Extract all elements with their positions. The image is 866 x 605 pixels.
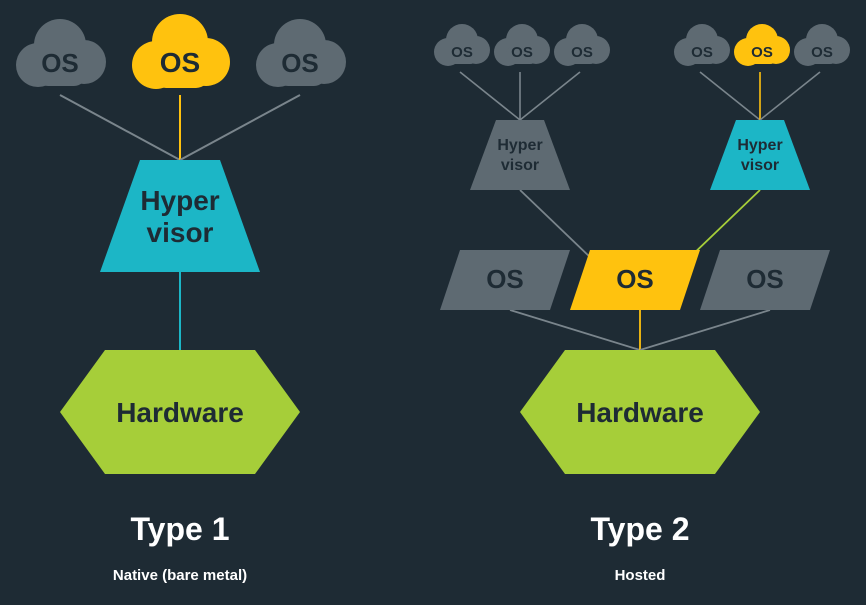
hypervisor-label-line1: Hyper xyxy=(140,185,219,216)
connector-line xyxy=(180,95,300,160)
os-cloud-gray: OS xyxy=(16,19,106,87)
os-label: OS xyxy=(281,48,319,78)
type2-group: OS OS OS OS xyxy=(434,24,850,584)
os-label: OS xyxy=(160,47,200,78)
type2-subtitle: Hosted xyxy=(615,567,666,584)
os-label: OS xyxy=(571,44,593,61)
os-label: OS xyxy=(616,264,654,294)
hypervisor-label-line1: Hyper xyxy=(737,137,782,154)
os-cloud-small-yellow: OS xyxy=(734,24,790,66)
os-cloud-small-gray: OS xyxy=(554,24,610,66)
hardware-label: Hardware xyxy=(116,397,244,428)
hypervisor-label-line2: visor xyxy=(501,157,539,174)
hypervisor-small-teal: Hyper visor xyxy=(710,120,810,190)
connector-line xyxy=(460,72,520,120)
connector-line xyxy=(510,310,640,350)
hardware-label: Hardware xyxy=(576,397,704,428)
os-cloud-small-gray: OS xyxy=(794,24,850,66)
os-label: OS xyxy=(511,44,533,61)
os-label: OS xyxy=(691,44,713,61)
connector-line xyxy=(60,95,180,160)
type1-group: OS OS OS Hyper visor xyxy=(16,14,346,584)
type1-title: Type 1 xyxy=(131,511,230,547)
hypervisor-label-line2: visor xyxy=(741,157,779,174)
hypervisor-trapezoid: Hyper visor xyxy=(100,160,260,272)
os-label: OS xyxy=(451,44,473,61)
os-cloud-gray: OS xyxy=(256,19,346,87)
hypervisor-label-line2: visor xyxy=(147,217,214,248)
hypervisor-types-diagram: OS OS OS Hyper visor xyxy=(0,0,866,605)
hardware-hexagon: Hardware xyxy=(520,350,760,474)
os-label: OS xyxy=(41,48,79,78)
hypervisor-small-gray: Hyper visor xyxy=(470,120,570,190)
type1-subtitle: Native (bare metal) xyxy=(113,567,247,584)
host-os-parallelogram-gray: OS xyxy=(700,250,830,310)
os-cloud-small-gray: OS xyxy=(674,24,730,66)
hypervisor-label-line1: Hyper xyxy=(497,137,542,154)
type2-title: Type 2 xyxy=(591,511,690,547)
os-cloud-small-gray: OS xyxy=(434,24,490,66)
host-os-parallelogram-yellow: OS xyxy=(570,250,700,310)
os-label: OS xyxy=(751,44,773,61)
os-label: OS xyxy=(486,264,524,294)
connector-line xyxy=(760,72,820,120)
host-os-parallelogram-gray: OS xyxy=(440,250,570,310)
os-cloud-small-gray: OS xyxy=(494,24,550,66)
os-label: OS xyxy=(811,44,833,61)
hardware-hexagon: Hardware xyxy=(60,350,300,474)
connector-line xyxy=(700,72,760,120)
connector-line xyxy=(520,72,580,120)
os-label: OS xyxy=(746,264,784,294)
os-cloud-yellow: OS xyxy=(132,14,230,89)
connector-line xyxy=(640,310,770,350)
